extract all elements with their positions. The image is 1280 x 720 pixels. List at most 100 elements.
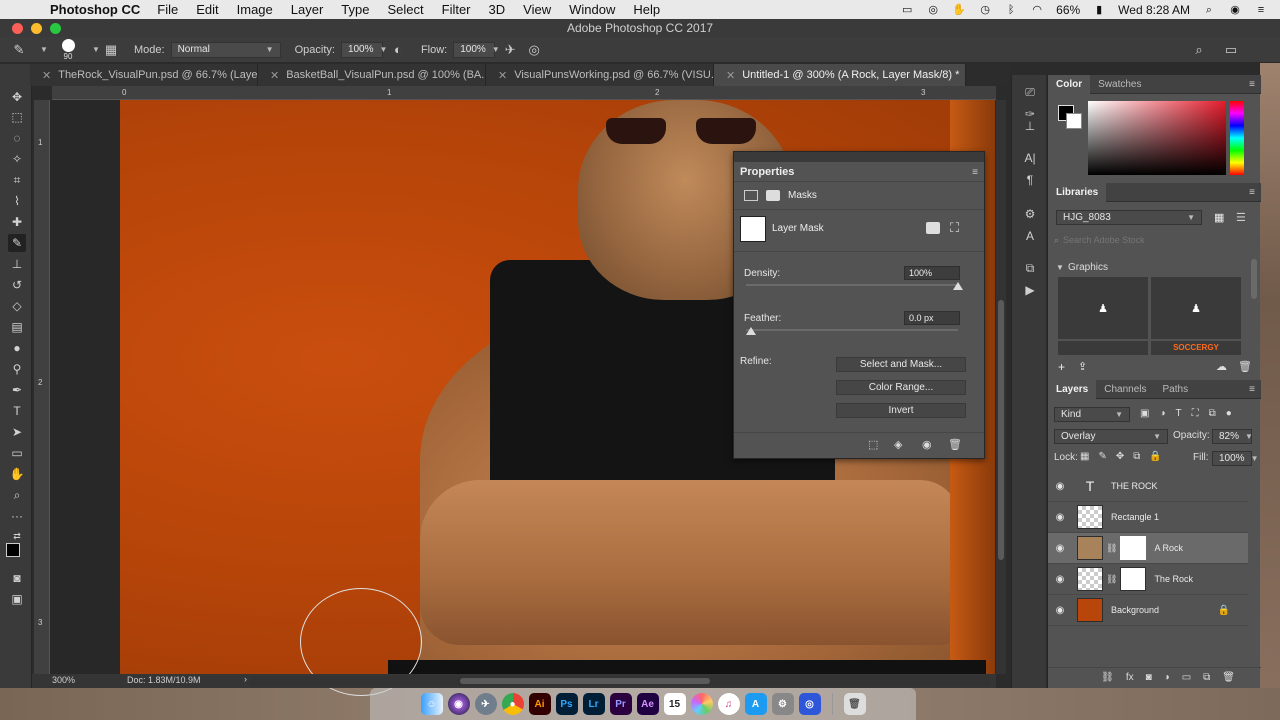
upload-icon[interactable]: ⇪ bbox=[1078, 360, 1087, 373]
layer-row-a-rock[interactable]: ◉ ⛓ A Rock bbox=[1048, 533, 1248, 564]
layer-row-the-rock-text[interactable]: ◉ T THE ROCK bbox=[1048, 471, 1248, 502]
pressure-size-icon[interactable]: ◎ bbox=[525, 41, 543, 59]
tab-color[interactable]: Color bbox=[1048, 74, 1091, 94]
tab-libraries[interactable]: Libraries bbox=[1048, 182, 1107, 202]
layer-style-fx-icon[interactable]: fx bbox=[1126, 672, 1134, 683]
launchpad-app-icon[interactable]: ✈ bbox=[474, 693, 497, 715]
adjustment-filter-icon[interactable]: ◑ bbox=[1159, 408, 1165, 419]
menu-select[interactable]: Select bbox=[387, 2, 423, 17]
visibility-eye-icon[interactable]: ◉ bbox=[1048, 605, 1072, 616]
vertical-ruler[interactable]: 1 2 3 bbox=[34, 100, 50, 674]
scroll-thumb[interactable] bbox=[998, 300, 1004, 560]
tab-layers[interactable]: Layers bbox=[1048, 379, 1097, 399]
close-icon[interactable]: ✕ bbox=[42, 69, 51, 82]
scroll-thumb[interactable] bbox=[460, 678, 710, 684]
fill-field[interactable]: 100% ▼ bbox=[1212, 451, 1259, 466]
background-color-chip[interactable] bbox=[1066, 113, 1082, 129]
tab-visualpuns[interactable]: ✕ VisualPunsWorking.psd @ 66.7% (VISU... bbox=[486, 64, 714, 86]
bluetooth-icon[interactable]: ᛒ bbox=[1004, 4, 1018, 16]
photos-app-icon[interactable] bbox=[690, 693, 713, 715]
panel-menu-icon[interactable]: ≡ bbox=[1249, 79, 1255, 90]
tool-preset-caret[interactable]: ▼ bbox=[34, 42, 48, 58]
menu-type[interactable]: Type bbox=[341, 2, 369, 17]
zoom-tool-icon[interactable]: ⌕ bbox=[8, 486, 26, 504]
close-icon[interactable]: ✕ bbox=[726, 69, 735, 82]
wifi-icon[interactable]: ◠ bbox=[1030, 4, 1044, 16]
menu-filter[interactable]: Filter bbox=[442, 2, 471, 17]
finder-app-icon[interactable]: ☺ bbox=[420, 693, 443, 715]
feather-field[interactable]: 0.0 px bbox=[904, 311, 960, 325]
visibility-eye-icon[interactable]: ◉ bbox=[1048, 512, 1072, 523]
pressure-opacity-icon[interactable]: ◐ bbox=[389, 41, 407, 59]
quick-select-tool-icon[interactable]: ✧ bbox=[8, 150, 26, 168]
menu-edit[interactable]: Edit bbox=[196, 2, 218, 17]
invert-button[interactable]: Invert bbox=[836, 403, 966, 418]
link-layers-icon[interactable]: ⛓ bbox=[1101, 672, 1114, 683]
panel-menu-icon[interactable]: ≡ bbox=[972, 167, 978, 178]
brush-settings-icon[interactable]: ▦ bbox=[102, 41, 120, 59]
itunes-app-icon[interactable]: ♫ bbox=[717, 693, 740, 715]
color-range-button[interactable]: Color Range... bbox=[836, 380, 966, 395]
disable-mask-eye-icon[interactable]: ◉ bbox=[922, 438, 932, 451]
close-icon[interactable]: ✕ bbox=[498, 69, 507, 82]
filter-toggle-icon[interactable]: ● bbox=[1226, 408, 1232, 419]
tab-swatches[interactable]: Swatches bbox=[1090, 75, 1149, 94]
menu-app-name[interactable]: Photoshop CC bbox=[50, 2, 140, 17]
library-graphic-3[interactable] bbox=[1058, 341, 1148, 355]
blur-tool-icon[interactable]: ● bbox=[8, 339, 26, 357]
type-filter-icon[interactable]: T bbox=[1176, 408, 1182, 419]
close-icon[interactable]: ✕ bbox=[270, 69, 279, 82]
menu-layer[interactable]: Layer bbox=[291, 2, 324, 17]
color-field[interactable] bbox=[1088, 101, 1226, 175]
visibility-eye-icon[interactable]: ◉ bbox=[1048, 543, 1072, 554]
hue-slider[interactable] bbox=[1230, 101, 1244, 175]
history-panel-icon[interactable]: ⎚ bbox=[1020, 83, 1040, 101]
layer-row-the-rock[interactable]: ◉ ⛓ The Rock bbox=[1048, 564, 1248, 595]
menu-clock[interactable]: Wed 8:28 AM bbox=[1118, 3, 1190, 17]
tab-channels[interactable]: Channels bbox=[1096, 380, 1154, 399]
layer-mask-thumbnail[interactable] bbox=[1120, 536, 1147, 560]
vector-mask-icon[interactable] bbox=[766, 190, 780, 201]
apply-mask-footer-icon[interactable]: ◈ bbox=[894, 438, 902, 451]
premiere-app-icon[interactable]: Pr bbox=[609, 693, 632, 715]
tab-therock[interactable]: ✕ TheRock_VisualPun.psd @ 66.7% (Laye... bbox=[30, 64, 258, 86]
notification-center-icon[interactable]: ≡ bbox=[1254, 4, 1268, 16]
marquee-tool-icon[interactable]: ⬚ bbox=[8, 108, 26, 126]
menu-window[interactable]: Window bbox=[569, 2, 615, 17]
mask-link-icon[interactable]: ⛓ bbox=[1106, 574, 1117, 585]
new-layer-icon[interactable]: ⧉ bbox=[1203, 672, 1210, 683]
timeline-panel-icon[interactable]: ⧉ bbox=[1020, 259, 1040, 277]
brush-size-preview[interactable]: 90 bbox=[56, 38, 80, 61]
menu-image[interactable]: Image bbox=[237, 2, 273, 17]
close-window-button[interactable] bbox=[12, 23, 23, 34]
dodge-tool-icon[interactable]: ⚲ bbox=[8, 360, 26, 378]
layer-row-rectangle-1[interactable]: ◉ Rectangle 1 bbox=[1048, 502, 1248, 533]
zoom-window-button[interactable] bbox=[50, 23, 61, 34]
after-effects-app-icon[interactable]: Ae bbox=[636, 693, 659, 715]
clone-stamp-tool-icon[interactable]: ⊥ bbox=[8, 255, 26, 273]
hand-icon[interactable]: ✋ bbox=[952, 4, 966, 16]
app-store-icon[interactable]: A bbox=[744, 693, 767, 715]
cloud-sync-icon[interactable]: ☁ bbox=[1216, 360, 1227, 373]
edit-toolbar-icon[interactable]: ··· bbox=[8, 507, 26, 525]
panel-drag-header[interactable] bbox=[734, 152, 984, 162]
opacity-field[interactable]: 100% ▼ bbox=[340, 41, 387, 58]
creative-cloud-icon[interactable]: ◎ bbox=[926, 4, 940, 16]
adjustments-panel-icon[interactable]: ⚙ bbox=[1020, 205, 1040, 223]
delete-layer-icon[interactable]: 🗑 bbox=[1222, 672, 1235, 683]
status-menu-chevron-icon[interactable]: › bbox=[244, 674, 247, 684]
smart-object-filter-icon[interactable]: ⧉ bbox=[1209, 408, 1216, 419]
actions-play-icon[interactable]: ▶ bbox=[1020, 281, 1040, 299]
siri-icon[interactable]: ◉ bbox=[1228, 4, 1242, 16]
vertical-scrollbar[interactable] bbox=[996, 100, 1006, 674]
minimize-window-button[interactable] bbox=[31, 23, 42, 34]
trash-icon[interactable]: 🗑 bbox=[843, 693, 866, 715]
libraries-scrollbar[interactable] bbox=[1251, 259, 1257, 299]
menu-help[interactable]: Help bbox=[633, 2, 660, 17]
photoshop-app-icon[interactable]: Ps bbox=[555, 693, 578, 715]
paragraph-panel-icon[interactable]: ¶ bbox=[1020, 171, 1040, 189]
clock-icon[interactable]: ◷ bbox=[978, 4, 992, 16]
horizontal-ruler[interactable]: 0 1 2 3 bbox=[52, 86, 996, 100]
mode-dropdown[interactable]: Normal ▼ bbox=[170, 41, 281, 58]
load-selection-icon[interactable]: ⬚ bbox=[868, 438, 878, 451]
